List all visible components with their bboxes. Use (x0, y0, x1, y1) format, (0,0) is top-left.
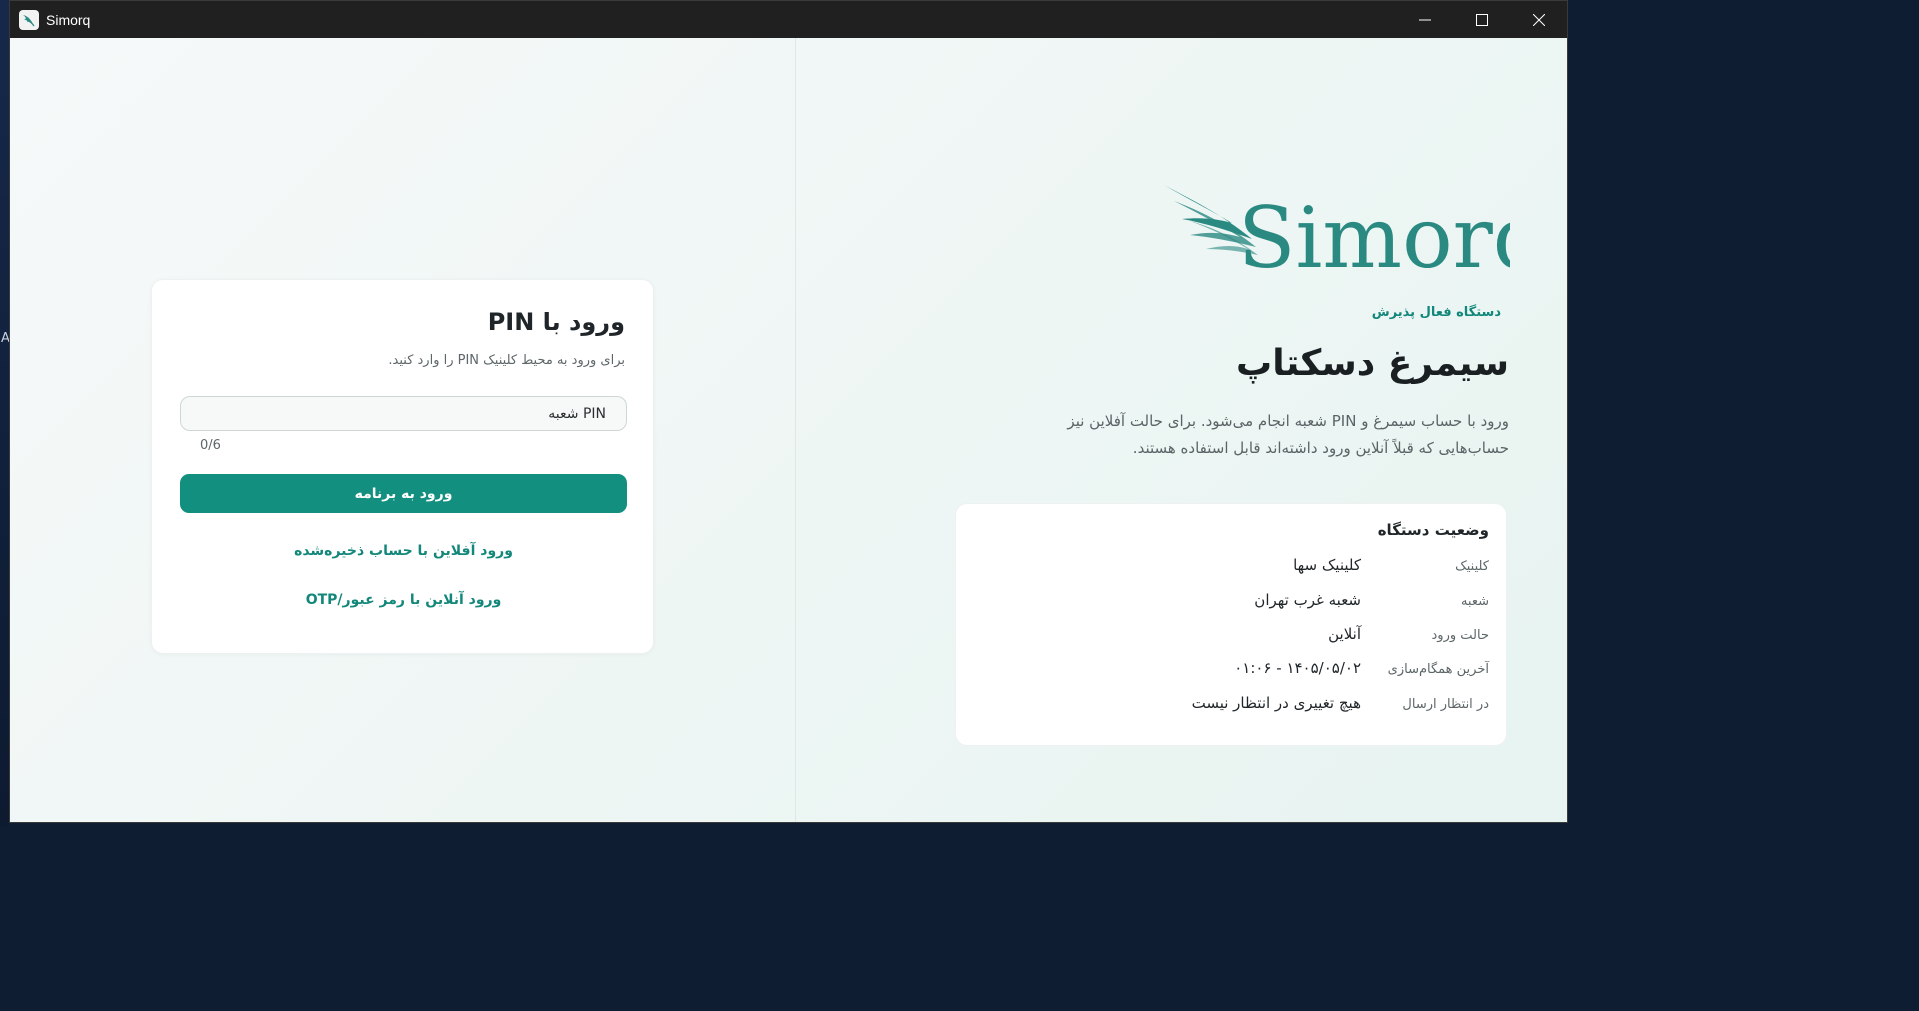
close-button[interactable] (1510, 1, 1567, 38)
app-heading: سیمرغ دسکتاپ (1236, 343, 1509, 384)
pin-char-counter: 0/6 (200, 438, 221, 453)
status-value: شعبه غرب تهران (1254, 591, 1361, 609)
otp-login-link[interactable]: ورود آنلاین با رمز عبور/OTP (180, 592, 627, 608)
login-subtitle: برای ورود به محیط کلینیک PIN را وارد کنی… (388, 353, 625, 368)
title-bar[interactable]: Simorq (10, 1, 1567, 38)
minimize-icon (1418, 19, 1431, 20)
status-row-pending: در انتظار ارسال هیچ تغییری در انتظار نیس… (969, 694, 1489, 716)
device-status-card: وضعیت دستگاه کلینیک کلینیک سها شعبه شعبه… (955, 503, 1507, 746)
device-status-title: وضعیت دستگاه (1377, 521, 1489, 539)
logo-wordmark: Simorq (1238, 189, 1510, 285)
status-value: آنلاین (1328, 625, 1361, 643)
status-row-branch: شعبه شعبه غرب تهران (969, 591, 1489, 613)
status-key: آخرین همگام‌سازی (1387, 662, 1489, 677)
window-controls (1396, 1, 1567, 38)
login-title: ورود با PIN (487, 308, 625, 336)
status-key: کلینیک (1455, 559, 1489, 574)
minimize-button[interactable] (1396, 1, 1453, 38)
status-key: حالت ورود (1431, 628, 1489, 643)
simorq-logo: Simorq (1164, 185, 1510, 285)
app-bird-icon (19, 9, 39, 30)
maximize-button[interactable] (1453, 1, 1510, 38)
close-icon (1532, 13, 1545, 26)
status-value: کلینیک سها (1293, 556, 1361, 574)
offline-login-link[interactable]: ورود آفلاین با حساب ذخیره‌شده (180, 543, 627, 559)
status-row-clinic: کلینیک کلینیک سها (969, 556, 1489, 578)
login-submit-button[interactable]: ورود به برنامه (180, 474, 627, 513)
device-role-label: دستگاه فعال پذیرش (1371, 305, 1501, 320)
panel-divider (795, 38, 796, 822)
main-content: ورود با PIN برای ورود به محیط کلینیک PIN… (10, 38, 1567, 822)
app-window: Simorq ورود با PIN برای ورود به محیط کلی… (9, 0, 1568, 823)
status-key: در انتظار ارسال (1402, 697, 1489, 712)
status-row-login-mode: حالت ورود آنلاین (969, 625, 1489, 647)
desktop-background (0, 0, 9, 826)
window-title: Simorq (46, 11, 91, 28)
pin-input[interactable] (180, 396, 627, 431)
status-key: شعبه (1460, 594, 1489, 609)
maximize-icon (1475, 13, 1488, 26)
app-description: ورود با حساب سیمرغ و PIN شعبه انجام می‌ش… (1067, 412, 1509, 457)
status-value: ۱۴۰۵/۰۵/۰۲ - ۰۱:۰۶ (1234, 659, 1361, 677)
pin-login-card: ورود با PIN برای ورود به محیط کلینیک PIN… (151, 279, 654, 654)
status-row-last-sync: آخرین همگام‌سازی ۱۴۰۵/۰۵/۰۲ - ۰۱:۰۶ (969, 659, 1489, 681)
status-value: هیچ تغییری در انتظار نیست (1191, 694, 1361, 712)
